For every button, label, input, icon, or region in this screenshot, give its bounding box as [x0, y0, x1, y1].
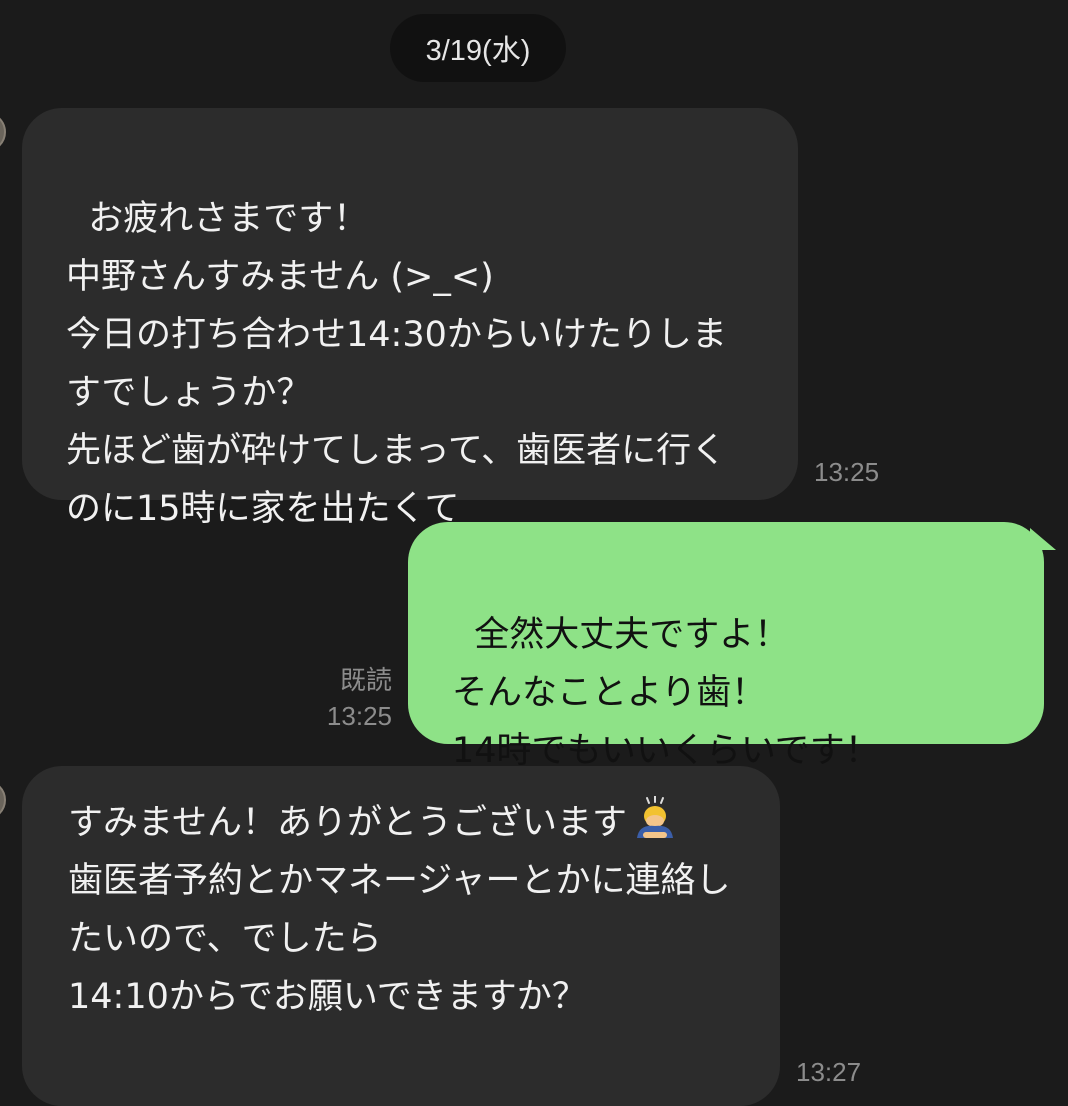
read-receipt: 既読 — [339, 665, 392, 695]
bowing-person-emoji — [633, 795, 677, 840]
sender-avatar[interactable] — [0, 112, 6, 152]
message-bubble-received[interactable]: すみません！ありがとうございます 歯医者予約とかマネージャーとかに連絡したいので… — [22, 766, 780, 1106]
sender-avatar[interactable] — [0, 780, 6, 820]
message-text: お疲れさまです！ 中野さんすみません (>_<) 今日の打ち合わせ14:30から… — [66, 199, 727, 529]
message-bubble-received[interactable]: お疲れさまです！ 中野さんすみません (>_<) 今日の打ち合わせ14:30から… — [22, 108, 798, 529]
message-bubble-sent[interactable]: 全然大丈夫ですよ！ そんなことより歯！ 14時でもいいくらいです！ — [408, 522, 1044, 771]
message-text: 全然大丈夫ですよ！ そんなことより歯！ 14時でもいいくらいです！ — [452, 615, 880, 771]
message-timestamp: 13:27 — [796, 1057, 862, 1087]
message-timestamp: 13:25 — [326, 701, 392, 731]
message-text: 歯医者予約とかマネージャーとかに連絡したいので、でしたら 14:10からでお願い… — [68, 861, 731, 1017]
date-separator: 3/19(水) — [390, 14, 566, 82]
date-label: 3/19(水) — [425, 35, 531, 67]
message-timestamp: 13:25 — [814, 457, 880, 487]
message-text: すみません！ありがとうございます — [68, 803, 627, 843]
